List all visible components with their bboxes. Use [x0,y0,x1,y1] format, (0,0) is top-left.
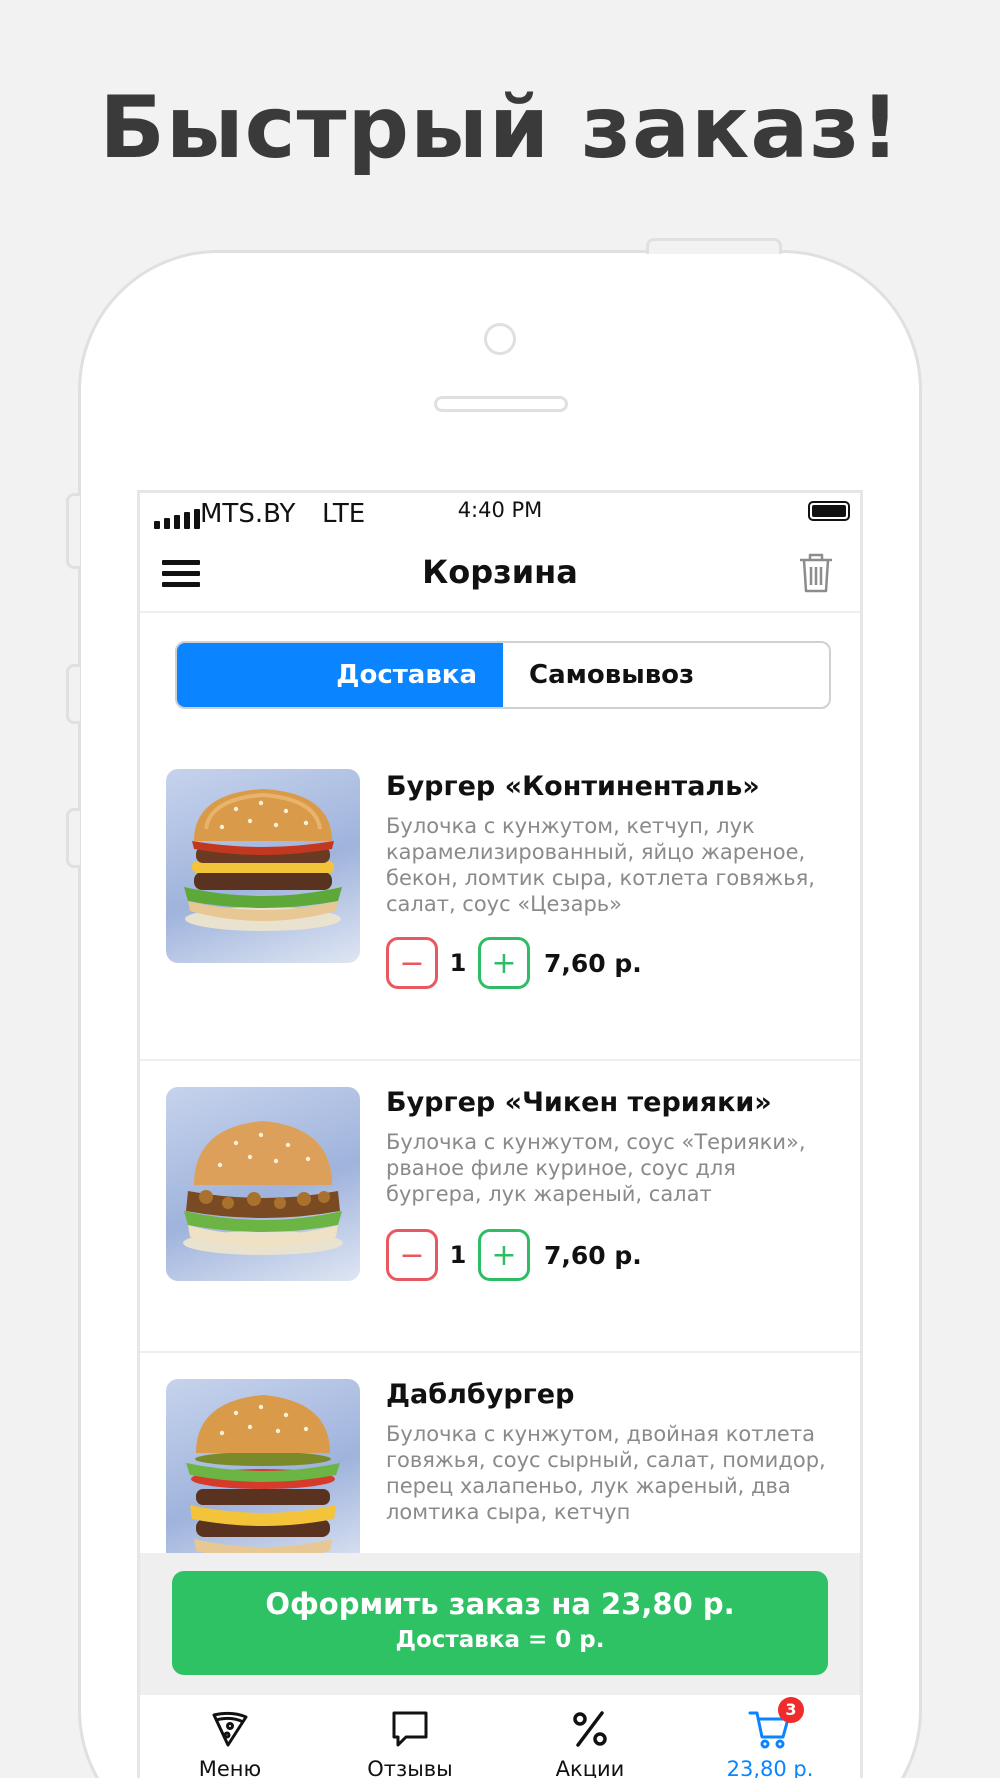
status-time: 4:40 PM [457,498,543,522]
item-name: Бургер «Континенталь» [386,771,760,802]
tab-delivery[interactable]: Доставка [177,643,503,707]
phone-top-button [646,238,782,254]
quantity-stepper: − 1 + 7,60 р. [386,937,642,989]
trash-icon[interactable] [796,551,836,595]
checkout-button[interactable]: Оформить заказ на 23,80 р. Доставка = 0 … [172,1571,828,1675]
phone-speaker [434,396,568,412]
decrease-quantity-button[interactable]: − [386,937,438,989]
tab-promos-label: Акции [555,1757,625,1778]
percent-icon [573,1711,607,1747]
tab-bar: Меню Отзывы Акции 3 23,80 р. [140,1693,860,1778]
page-title: Корзина [422,553,578,591]
tab-promos[interactable]: Акции [500,1695,680,1778]
checkout-total: Оформить заказ на 23,80 р. [265,1587,735,1621]
increase-quantity-button[interactable]: + [478,937,530,989]
tab-menu[interactable]: Меню [140,1695,320,1778]
cart-item: Бургер «Чикен терияки» Булочка с кунжуто… [140,1061,860,1353]
tab-reviews[interactable]: Отзывы [320,1695,500,1778]
tab-menu-label: Меню [198,1757,262,1778]
cart-count-badge: 3 [778,1697,804,1723]
chat-bubble-icon [392,1711,428,1747]
promo-headline: Быстрый заказ! [99,78,901,178]
nav-bar: Корзина [140,541,860,613]
burger-image [166,1087,360,1281]
tab-pickup[interactable]: Самовывоз [503,643,829,707]
hamburger-menu-icon[interactable] [162,555,200,595]
status-bar: MTS.BY LTE 4:40 PM [140,493,860,541]
item-description: Булочка с кунжутом, двойная котлета говя… [386,1422,826,1524]
item-description: Булочка с кунжутом, соус «Терияки», рван… [386,1130,806,1206]
burger-image [166,769,360,963]
tab-cart[interactable]: 3 23,80 р. [680,1695,860,1778]
pizza-icon [212,1711,248,1747]
item-description: Булочка с кунжутом, кетчуп, лук карамели… [386,814,815,916]
quantity-stepper: − 1 + 7,60 р. [386,1229,642,1281]
item-price: 7,60 р. [544,1240,642,1270]
app-screen: MTS.BY LTE 4:40 PM Корзина Доставка Само… [137,490,863,1778]
cart-item: Бургер «Континенталь» Булочка с кунжутом… [140,743,860,1061]
phone-mute-switch [66,493,80,569]
decrease-quantity-button[interactable]: − [386,1229,438,1281]
delivery-mode-toggle: Доставка Самовывоз [175,641,831,709]
item-quantity: 1 [449,1241,467,1269]
tab-reviews-label: Отзывы [367,1757,453,1778]
battery-icon [808,501,850,521]
increase-quantity-button[interactable]: + [478,1229,530,1281]
phone-volume-down [66,808,80,868]
item-name: Бургер «Чикен терияки» [386,1087,772,1118]
phone-camera [484,323,516,355]
burger-image [166,1379,360,1573]
item-price: 7,60 р. [544,948,642,978]
item-quantity: 1 [449,949,467,977]
item-name: Даблбургер [386,1379,575,1410]
tab-cart-label: 23,80 р. [726,1757,814,1778]
delivery-cost: Доставка = 0 р. [395,1627,605,1653]
phone-volume-up [66,664,80,724]
order-bar: Оформить заказ на 23,80 р. Доставка = 0 … [140,1553,860,1693]
